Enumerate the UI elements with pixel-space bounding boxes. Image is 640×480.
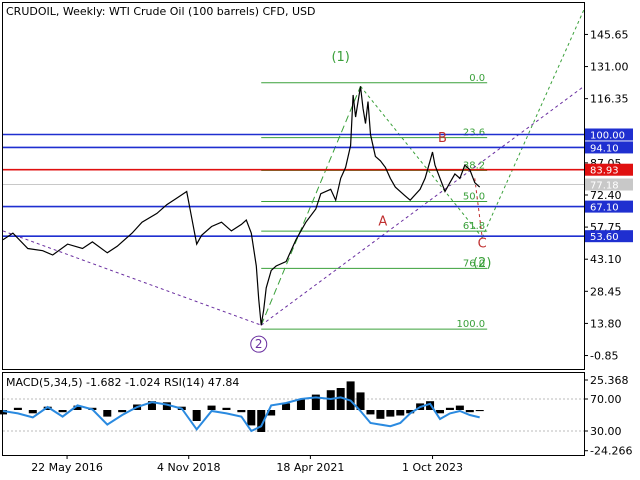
macd-bar (475, 410, 484, 412)
macd-bar (28, 410, 37, 414)
trading-chart[interactable]: 0.023.638.250.061.876.0100.0 (1)2ABC(2) … (0, 0, 640, 480)
time-axis-label: 4 Nov 2018 (157, 461, 220, 474)
macd-bar (376, 410, 385, 419)
price-level-tag-label: 67.10 (590, 203, 619, 214)
wave-label: C (478, 236, 487, 251)
time-axis: 22 May 2016 4 Nov 2018 18 Apr 2021 1 Oct 20… (31, 455, 463, 474)
time-axis-label: 18 Apr 2021 (276, 461, 344, 474)
wave-label: (2) (473, 256, 491, 271)
macd-bar (222, 407, 231, 410)
macd-bar (326, 390, 335, 410)
macd-bar (346, 381, 355, 410)
indicator-title: MACD(5,34,5) -1.682 -1.024 RSI(14) 47.84 (6, 376, 239, 389)
macd-bar (103, 410, 112, 417)
price-panel[interactable] (2, 2, 585, 370)
indicator-axis-label: 30.00 (590, 425, 622, 438)
macd-bar (247, 410, 256, 426)
macd-bar (192, 410, 201, 421)
price-axis: 145.65131.00116.3587.0572.4057.7543.1028… (584, 28, 629, 363)
fib-level-label: 100.0 (457, 319, 486, 330)
macd-bar (396, 410, 405, 416)
macd-bar (435, 410, 444, 414)
price-axis-label: 43.10 (590, 253, 622, 266)
symbol-label: CRUDOIL (6, 5, 57, 18)
price-level-tag-label: 83.93 (590, 166, 619, 177)
wave-label: (1) (331, 50, 349, 65)
macd-bar (237, 410, 246, 413)
price-level-tag-label: 53.60 (590, 232, 619, 243)
price-level-tag-label: 77.18 (590, 181, 619, 192)
macd-bar (207, 405, 216, 410)
price-axis-label: 116.35 (590, 93, 629, 106)
wave-label: B (438, 131, 447, 146)
fib-level-label: 0.0 (469, 73, 485, 84)
indicator-axis: 25.368 70.00 30.00 -24.266 (584, 374, 632, 458)
price-axis-label: -0.85 (590, 350, 618, 363)
macd-bar (118, 410, 127, 413)
chart-header: CRUDOIL, Weekly: WTI Crude Oil (100 barr… (6, 5, 315, 18)
indicator-axis-label: 70.00 (590, 393, 622, 406)
macd-bar (465, 410, 474, 413)
time-axis-label: 1 Oct 2023 (402, 461, 463, 474)
macd-bar (366, 410, 375, 415)
instrument-description: WTI Crude Oil (100 barrels) CFD, USD (109, 5, 315, 18)
fib-level-label: 50.0 (463, 192, 485, 203)
wave-label: 2 (255, 337, 263, 351)
time-axis-label: 22 May 2016 (31, 461, 103, 474)
indicator-axis-label: -24.266 (590, 445, 632, 458)
price-axis-label: 145.65 (590, 28, 629, 41)
macd-bar (13, 407, 22, 410)
timeframe-label: Weekly: (63, 5, 106, 18)
macd-bar (455, 405, 464, 410)
price-axis-label: 13.80 (590, 317, 622, 330)
macd-bar (58, 410, 67, 413)
macd-bar (445, 407, 454, 410)
price-axis-label: 28.45 (590, 285, 622, 298)
price-axis-label: 131.00 (590, 61, 629, 74)
macd-bar (386, 410, 395, 417)
price-level-tag-label: 94.10 (590, 143, 619, 154)
price-level-tag-label: 100.00 (590, 130, 625, 141)
wave-label: A (378, 214, 387, 229)
indicator-axis-label: 25.368 (590, 374, 629, 387)
fib-level-label: 23.6 (463, 128, 485, 139)
